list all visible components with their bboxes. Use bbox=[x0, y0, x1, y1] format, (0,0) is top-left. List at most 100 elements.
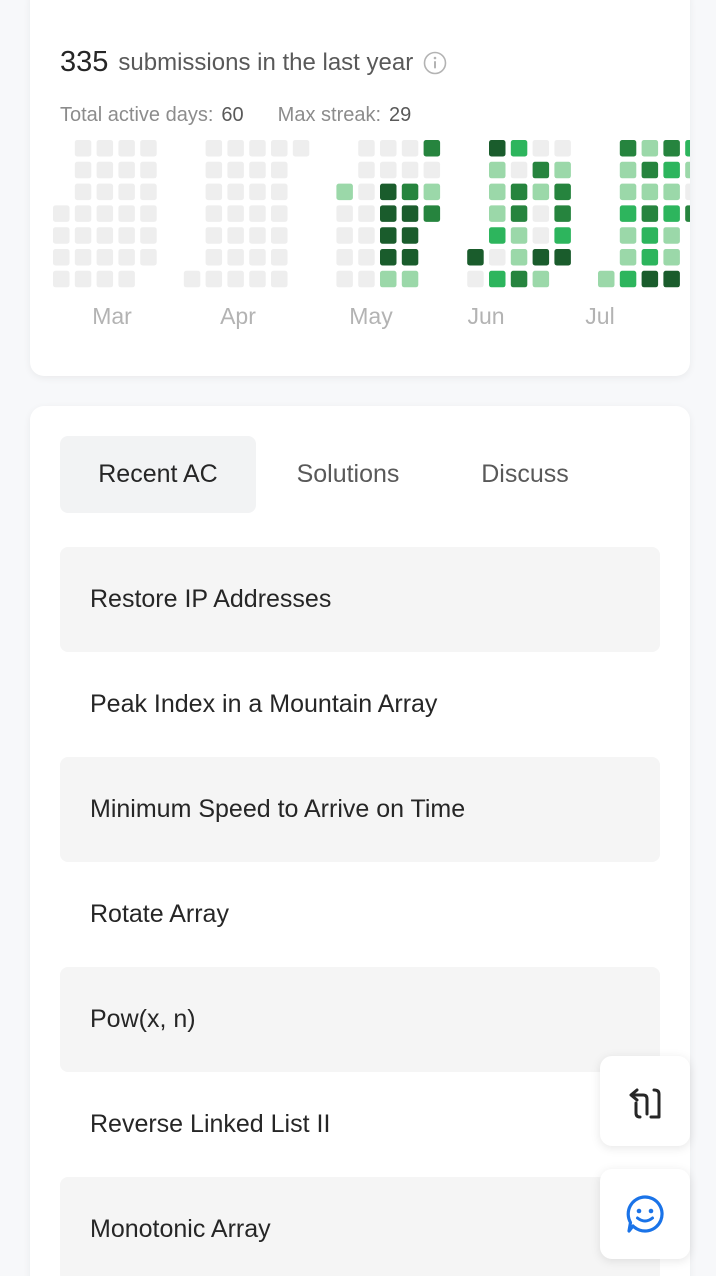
heatmap-cell[interactable] bbox=[423, 140, 441, 157]
heatmap-cell[interactable] bbox=[271, 161, 288, 179]
heatmap-cell[interactable] bbox=[358, 161, 375, 179]
heatmap-cell[interactable] bbox=[641, 161, 659, 179]
heatmap-cell[interactable] bbox=[510, 140, 528, 157]
heatmap-cell[interactable] bbox=[489, 161, 506, 179]
list-item[interactable]: Pow(x, n) bbox=[60, 967, 660, 1072]
heatmap-cell[interactable] bbox=[118, 249, 135, 266]
heatmap-cell[interactable] bbox=[271, 140, 288, 157]
heatmap-cell[interactable] bbox=[489, 183, 506, 201]
heatmap-cell[interactable] bbox=[118, 140, 135, 157]
heatmap-cell[interactable] bbox=[510, 183, 528, 201]
chat-button[interactable] bbox=[600, 1169, 690, 1259]
heatmap-cell[interactable] bbox=[227, 161, 244, 179]
heatmap-cell[interactable] bbox=[271, 183, 288, 201]
heatmap-cell[interactable] bbox=[271, 270, 288, 288]
heatmap-cell[interactable] bbox=[532, 183, 550, 201]
list-item[interactable]: Monotonic Array bbox=[60, 1177, 660, 1276]
heatmap-cell[interactable] bbox=[271, 249, 288, 266]
heatmap-cell[interactable] bbox=[227, 205, 244, 222]
heatmap-cell[interactable] bbox=[227, 140, 244, 157]
heatmap-cell[interactable] bbox=[554, 161, 571, 179]
heatmap-cell[interactable] bbox=[598, 270, 615, 288]
heatmap-cell[interactable] bbox=[619, 227, 637, 244]
heatmap-cell[interactable] bbox=[489, 205, 506, 222]
heatmap-cell[interactable] bbox=[53, 270, 70, 288]
heatmap-cell[interactable] bbox=[510, 249, 528, 266]
heatmap-cell[interactable] bbox=[663, 140, 680, 157]
heatmap-cell[interactable] bbox=[74, 205, 92, 222]
heatmap-cell[interactable] bbox=[489, 249, 506, 266]
heatmap-cell[interactable] bbox=[96, 227, 114, 244]
heatmap-cell[interactable] bbox=[358, 270, 375, 288]
heatmap-cell[interactable] bbox=[619, 161, 637, 179]
heatmap-cell[interactable] bbox=[358, 227, 375, 244]
heatmap-cell[interactable] bbox=[663, 161, 680, 179]
heatmap-cell[interactable] bbox=[249, 140, 266, 157]
heatmap-cell[interactable] bbox=[271, 227, 288, 244]
list-item[interactable]: Rotate Array bbox=[60, 862, 660, 967]
heatmap-cell[interactable] bbox=[53, 227, 70, 244]
heatmap-cell[interactable] bbox=[619, 270, 637, 288]
heatmap-cell[interactable] bbox=[249, 249, 266, 266]
heatmap-cell[interactable] bbox=[423, 205, 441, 222]
heatmap-cell[interactable] bbox=[336, 249, 353, 266]
heatmap-cell[interactable] bbox=[118, 205, 135, 222]
heatmap-cell[interactable] bbox=[641, 205, 659, 222]
heatmap-cell[interactable] bbox=[401, 227, 419, 244]
heatmap-cell[interactable] bbox=[467, 270, 484, 288]
heatmap-cell[interactable] bbox=[685, 183, 690, 201]
heatmap-cell[interactable] bbox=[140, 227, 157, 244]
heatmap-cell[interactable] bbox=[401, 183, 419, 201]
heatmap-cell[interactable] bbox=[401, 161, 419, 179]
heatmap-cell[interactable] bbox=[619, 249, 637, 266]
heatmap-cell[interactable] bbox=[205, 270, 223, 288]
heatmap-cell[interactable] bbox=[292, 140, 310, 157]
heatmap-cell[interactable] bbox=[380, 205, 397, 222]
tab-recent-ac[interactable]: Recent AC bbox=[60, 436, 256, 513]
heatmap-cell[interactable] bbox=[663, 270, 680, 288]
heatmap-cell[interactable] bbox=[118, 270, 135, 288]
heatmap-cell[interactable] bbox=[118, 183, 135, 201]
heatmap-cell[interactable] bbox=[96, 205, 114, 222]
heatmap-cell[interactable] bbox=[358, 183, 375, 201]
heatmap-cell[interactable] bbox=[74, 270, 92, 288]
heatmap-cell[interactable] bbox=[96, 249, 114, 266]
heatmap-cell[interactable] bbox=[358, 140, 375, 157]
heatmap-cell[interactable] bbox=[249, 270, 266, 288]
heatmap-cell[interactable] bbox=[401, 205, 419, 222]
heatmap-cell[interactable] bbox=[96, 270, 114, 288]
heatmap-cell[interactable] bbox=[554, 227, 571, 244]
heatmap-cell[interactable] bbox=[118, 161, 135, 179]
list-item[interactable]: Reverse Linked List II bbox=[60, 1072, 660, 1177]
heatmap-cell[interactable] bbox=[336, 205, 353, 222]
heatmap-cell[interactable] bbox=[401, 249, 419, 266]
share-button[interactable] bbox=[600, 1056, 690, 1146]
heatmap-cell[interactable] bbox=[380, 161, 397, 179]
heatmap-cell[interactable] bbox=[532, 205, 550, 222]
heatmap-cell[interactable] bbox=[641, 249, 659, 266]
heatmap-cell[interactable] bbox=[227, 249, 244, 266]
heatmap-cell[interactable] bbox=[423, 161, 441, 179]
tab-discuss[interactable]: Discuss bbox=[440, 436, 610, 513]
heatmap-cell[interactable] bbox=[685, 205, 690, 222]
heatmap-cell[interactable] bbox=[380, 249, 397, 266]
heatmap-cell[interactable] bbox=[227, 183, 244, 201]
heatmap-cell[interactable] bbox=[380, 227, 397, 244]
heatmap-cell[interactable] bbox=[227, 227, 244, 244]
heatmap-cell[interactable] bbox=[249, 183, 266, 201]
heatmap-cell[interactable] bbox=[380, 183, 397, 201]
heatmap-cell[interactable] bbox=[205, 205, 223, 222]
heatmap-cell[interactable] bbox=[663, 205, 680, 222]
heatmap-cell[interactable] bbox=[205, 183, 223, 201]
heatmap-cell[interactable] bbox=[489, 270, 506, 288]
heatmap-cell[interactable] bbox=[96, 161, 114, 179]
heatmap-cell[interactable] bbox=[554, 183, 571, 201]
heatmap-cell[interactable] bbox=[554, 249, 571, 266]
heatmap-cell[interactable] bbox=[663, 183, 680, 201]
heatmap-cell[interactable] bbox=[532, 227, 550, 244]
heatmap-cell[interactable] bbox=[53, 205, 70, 222]
heatmap-cell[interactable] bbox=[74, 249, 92, 266]
heatmap-cell[interactable] bbox=[118, 227, 135, 244]
heatmap-cell[interactable] bbox=[619, 140, 637, 157]
heatmap-cell[interactable] bbox=[641, 183, 659, 201]
